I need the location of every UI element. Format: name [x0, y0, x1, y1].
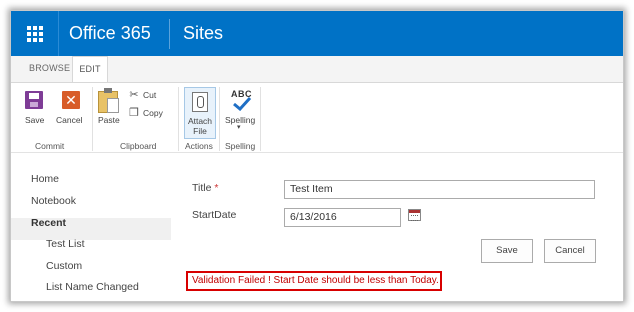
spelling-dropdown-chevron-icon: ▾ — [237, 124, 241, 131]
save-button[interactable]: Save — [481, 239, 533, 263]
clipboard-group-label: Clipboard — [120, 141, 157, 151]
attach-file-ribbon-button[interactable]: Attach File — [184, 87, 216, 139]
save-floppy-icon — [25, 91, 43, 109]
actions-group-label: Actions — [185, 141, 213, 151]
ribbon-group-separator — [92, 87, 93, 151]
required-marker: * — [214, 182, 219, 194]
attach-file-paperclip-icon — [192, 92, 208, 112]
ribbon-tab-strip: BROWSE EDIT — [11, 56, 623, 83]
cancel-ribbon-label: Cancel — [56, 115, 83, 125]
startdate-field-label: StartDate — [192, 209, 237, 221]
title-label-text: Title — [192, 182, 212, 194]
paste-clipboard-icon — [98, 88, 120, 114]
validation-error-message: Validation Failed ! Start Date should be… — [186, 271, 442, 291]
calendar-icon[interactable] — [408, 209, 421, 221]
tab-edit[interactable]: EDIT — [72, 56, 108, 83]
nav-item-notebook[interactable]: Notebook — [31, 195, 76, 207]
copy-ribbon-label: Copy — [143, 108, 163, 118]
ribbon-group-separator — [260, 87, 261, 151]
paste-ribbon-label: Paste — [98, 115, 120, 125]
ribbon: Save ✕ Cancel Commit Paste ✂ Cut ❐ Copy … — [11, 82, 623, 153]
nav-item-recent[interactable]: Recent — [31, 217, 66, 229]
cut-ribbon-label: Cut — [143, 90, 157, 100]
nav-item-list-name-changed[interactable]: List Name Changed — [46, 281, 139, 293]
attach-label-line2: File — [193, 126, 207, 136]
cancel-x-icon: ✕ — [62, 91, 80, 109]
suite-bar-divider — [169, 19, 170, 49]
app-launcher-button[interactable] — [11, 11, 59, 56]
nav-item-home[interactable]: Home — [31, 173, 59, 185]
nav-item-test-list[interactable]: Test List — [46, 238, 85, 250]
title-field-label: Title * — [192, 182, 218, 194]
copy-icon: ❐ — [129, 107, 139, 119]
attach-label-line1: Attach — [187, 116, 213, 126]
app-launcher-waffle-icon — [27, 26, 43, 42]
ribbon-group-separator — [178, 87, 179, 151]
nav-item-custom[interactable]: Custom — [46, 260, 82, 272]
sites-title[interactable]: Sites — [183, 23, 223, 44]
scissors-icon: ✂ — [129, 89, 139, 101]
suite-bar: Office 365 Sites — [11, 11, 623, 56]
spelling-group-label: Spelling — [225, 141, 256, 151]
sharepoint-window: Office 365 Sites BROWSE EDIT Save ✕ Canc… — [10, 10, 624, 302]
office-365-brand[interactable]: Office 365 — [69, 23, 151, 44]
startdate-input[interactable]: 6/13/2016 — [284, 208, 401, 227]
tab-browse[interactable]: BROWSE — [29, 63, 70, 73]
spelling-check-icon — [233, 97, 252, 111]
ribbon-group-separator — [219, 87, 220, 151]
save-ribbon-label: Save — [25, 115, 45, 125]
commit-group-label: Commit — [35, 141, 65, 151]
cancel-button[interactable]: Cancel — [544, 239, 596, 263]
title-input[interactable]: Test Item — [284, 180, 595, 199]
